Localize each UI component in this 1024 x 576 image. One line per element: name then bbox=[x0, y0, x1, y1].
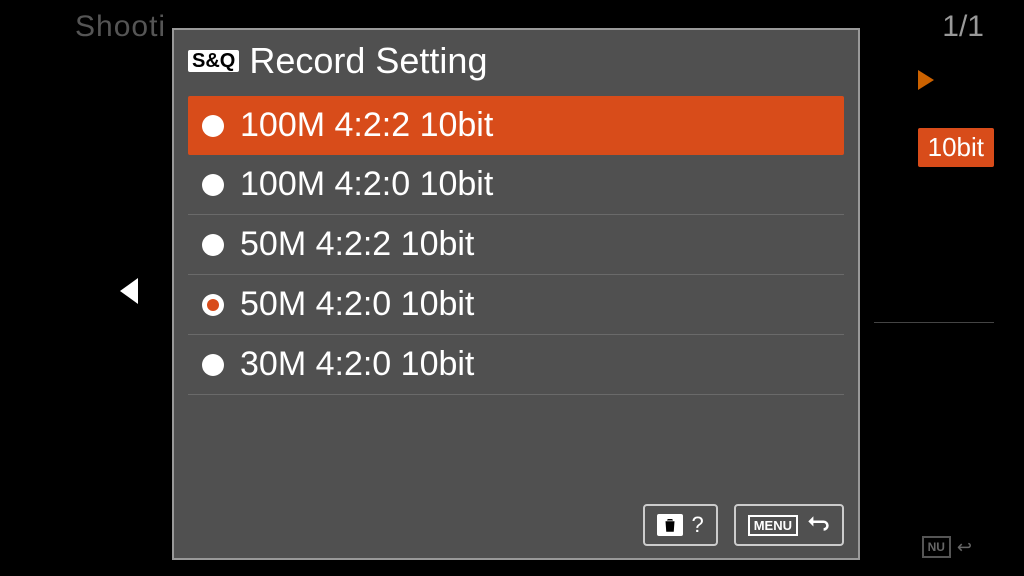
back-arrow-icon bbox=[806, 513, 830, 537]
option-30m-420-10bit[interactable]: 30M 4:2:0 10bit bbox=[188, 335, 844, 395]
radio-icon bbox=[202, 174, 224, 196]
bg-next-arrow-icon bbox=[918, 70, 934, 90]
radio-icon bbox=[202, 115, 224, 137]
option-100m-422-10bit[interactable]: 100M 4:2:2 10bit bbox=[188, 96, 844, 155]
help-button[interactable]: ? bbox=[643, 504, 717, 546]
record-setting-modal: S&Q Record Setting 100M 4:2:2 10bit 100M… bbox=[172, 28, 860, 560]
option-label: 50M 4:2:0 10bit bbox=[240, 285, 474, 324]
option-50m-422-10bit[interactable]: 50M 4:2:2 10bit bbox=[188, 215, 844, 275]
sq-badge-icon: S&Q bbox=[188, 50, 239, 72]
option-label: 100M 4:2:2 10bit bbox=[240, 106, 493, 145]
option-100m-420-10bit[interactable]: 100M 4:2:0 10bit bbox=[188, 155, 844, 215]
option-label: 100M 4:2:0 10bit bbox=[240, 165, 493, 204]
radio-icon bbox=[202, 354, 224, 376]
options-list: 100M 4:2:2 10bit 100M 4:2:0 10bit 50M 4:… bbox=[174, 96, 858, 494]
trash-icon bbox=[657, 514, 683, 536]
bg-page-indicator: 1/1 bbox=[942, 10, 984, 44]
modal-title: Record Setting bbox=[249, 40, 487, 82]
bg-menu-back: NU ↩ bbox=[922, 536, 972, 558]
left-nav-arrow-icon[interactable] bbox=[120, 278, 138, 304]
option-label: 50M 4:2:2 10bit bbox=[240, 225, 474, 264]
option-label: 30M 4:2:0 10bit bbox=[240, 345, 474, 384]
option-50m-420-10bit[interactable]: 50M 4:2:0 10bit bbox=[188, 275, 844, 335]
bg-divider bbox=[874, 322, 994, 323]
menu-back-button[interactable]: MENU bbox=[734, 504, 844, 546]
radio-icon-selected bbox=[202, 294, 224, 316]
bg-format-badge: 10bit bbox=[918, 128, 994, 167]
modal-header: S&Q Record Setting bbox=[174, 30, 858, 96]
modal-footer: ? MENU bbox=[174, 494, 858, 558]
bg-breadcrumb: Shooti bbox=[75, 10, 166, 44]
help-label: ? bbox=[691, 512, 703, 538]
radio-icon bbox=[202, 234, 224, 256]
menu-box-icon: MENU bbox=[748, 515, 798, 536]
